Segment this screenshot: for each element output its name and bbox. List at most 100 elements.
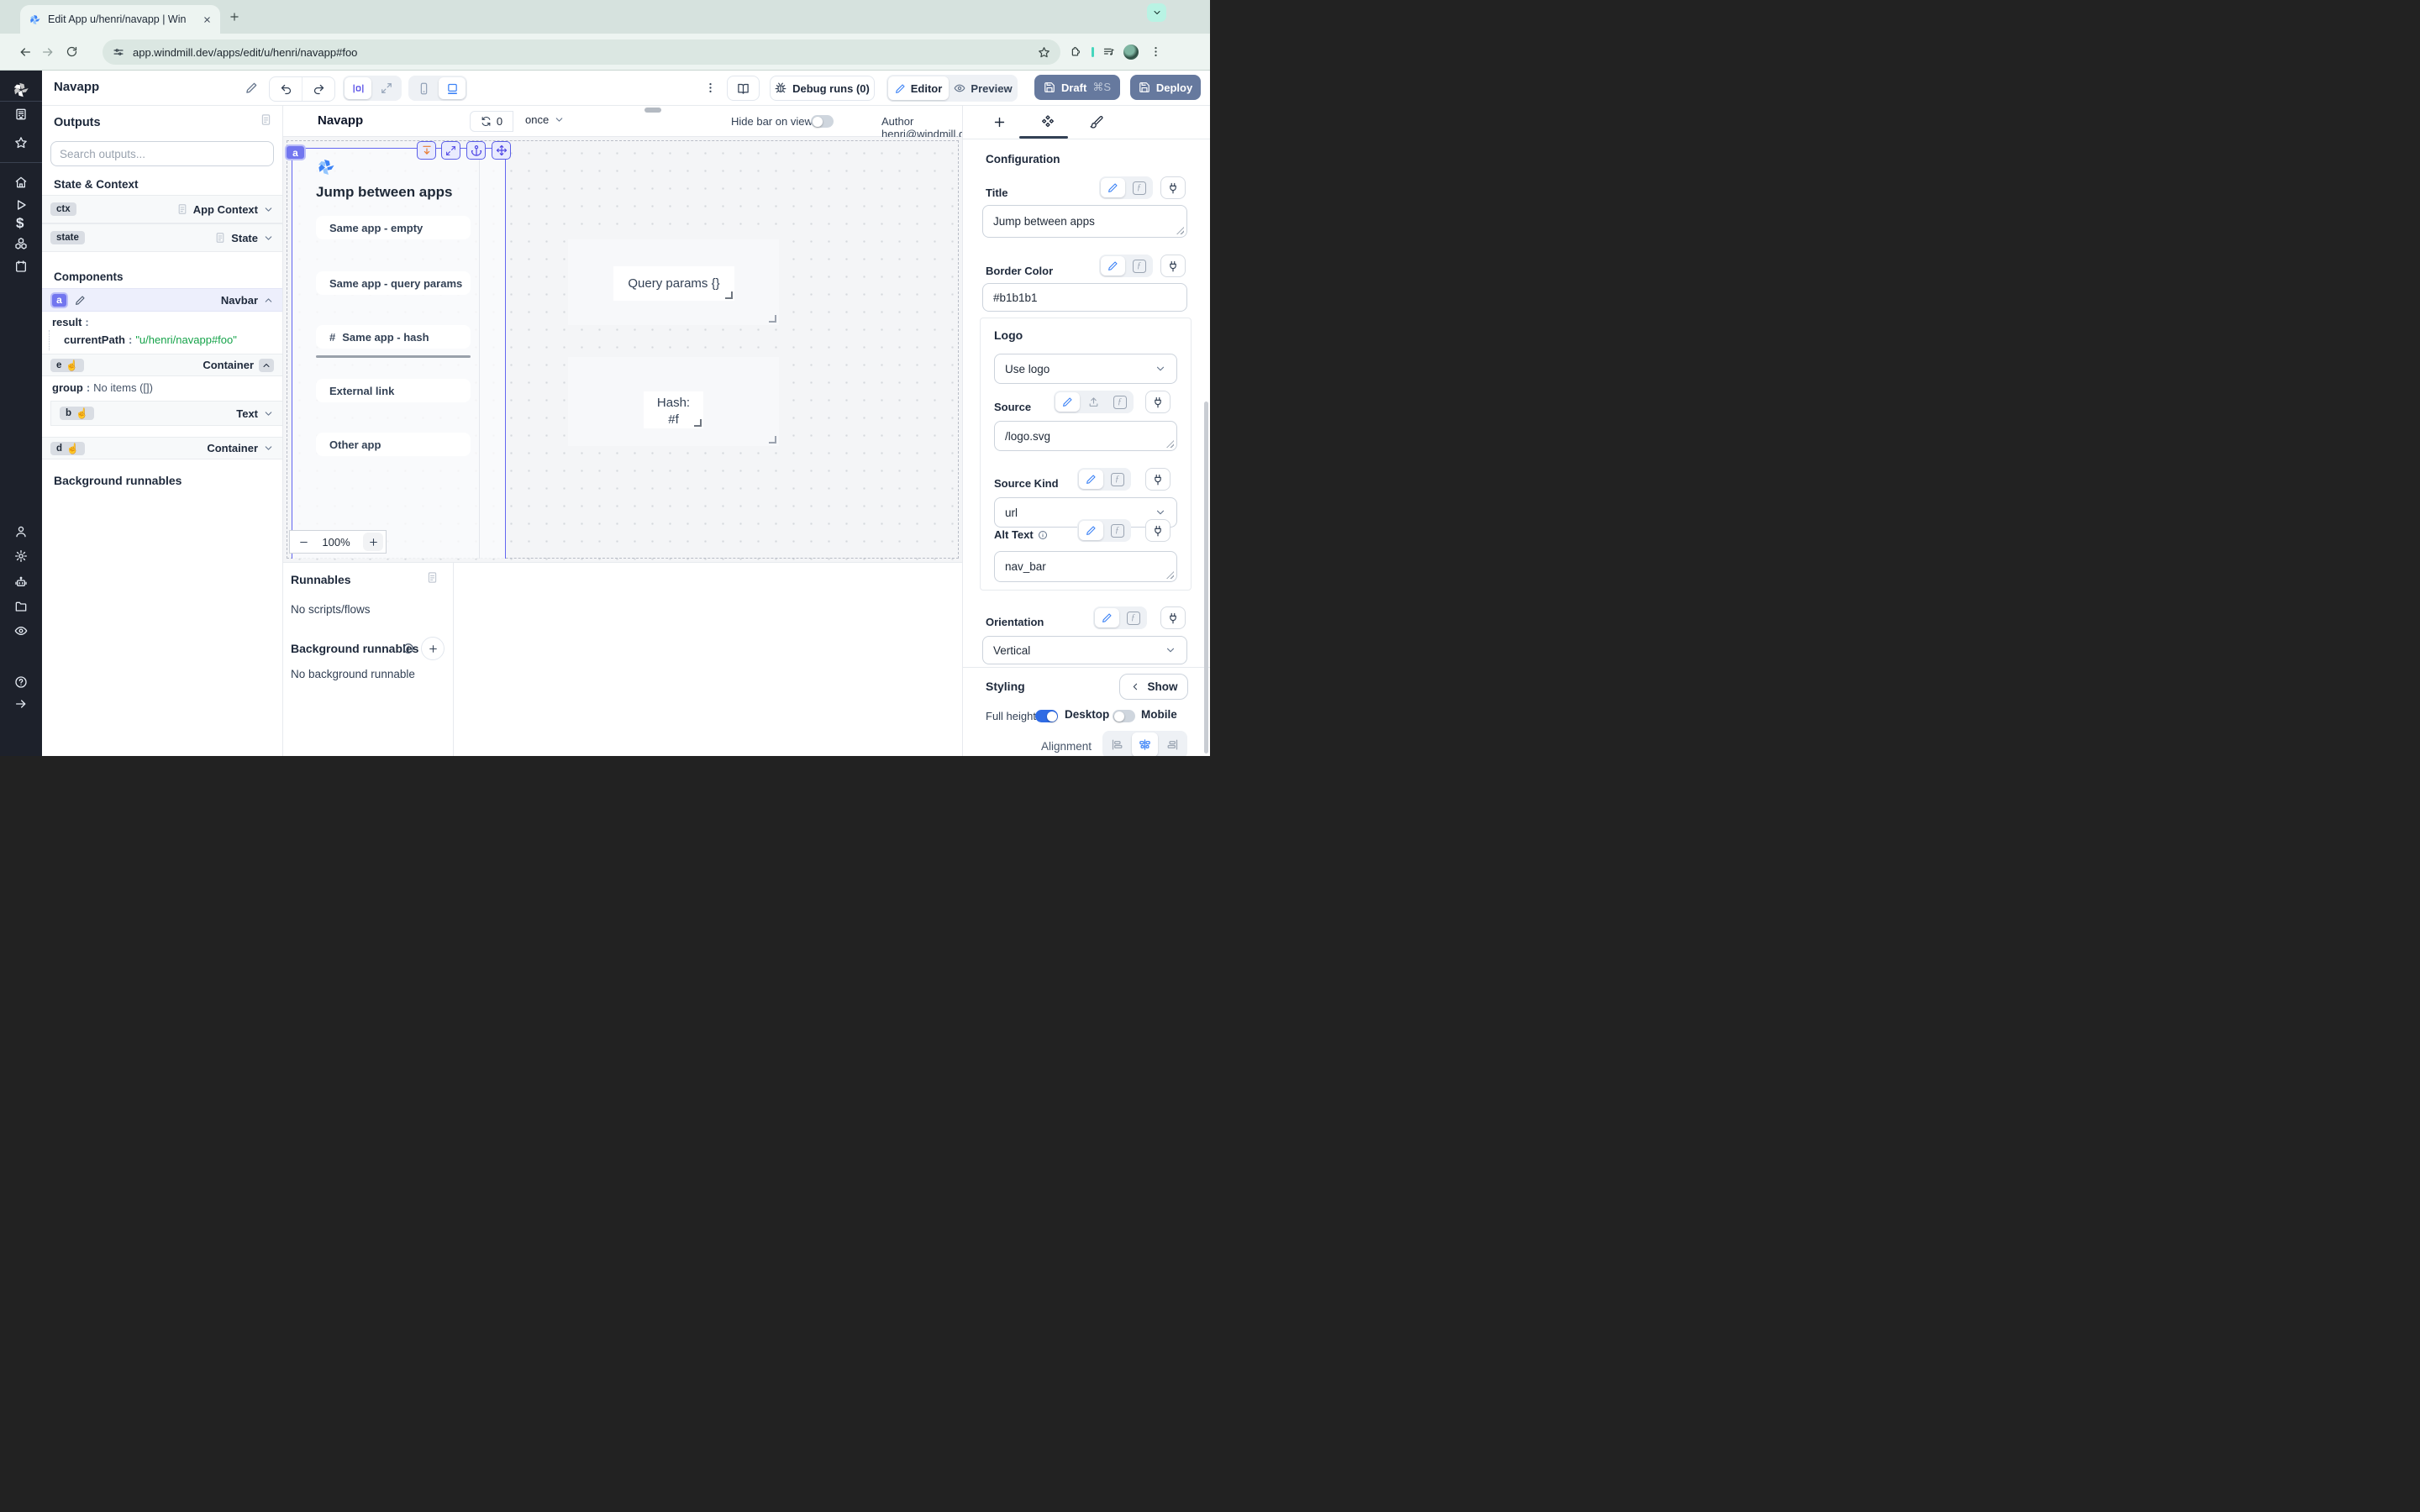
source-kind-connect-button[interactable]	[1145, 468, 1171, 491]
collapse-sidebar-icon[interactable]	[14, 697, 28, 711]
nav-item-other-app[interactable]: Other app	[316, 433, 471, 456]
query-params-container[interactable]: Query params {}	[568, 239, 779, 325]
anchor-tool[interactable]	[466, 141, 486, 160]
extensions-icon[interactable]	[1069, 45, 1081, 58]
deploy-button[interactable]: Deploy	[1130, 75, 1201, 100]
expand-down-tool[interactable]	[417, 141, 436, 160]
site-settings-icon[interactable]	[113, 46, 124, 58]
info-icon[interactable]	[1038, 530, 1048, 540]
static-mode-button[interactable]	[1055, 392, 1080, 412]
redo-button[interactable]	[302, 77, 334, 101]
title-input[interactable]: Jump between apps	[982, 205, 1187, 238]
info-icon[interactable]	[402, 643, 414, 654]
audit-logs-icon[interactable]	[14, 624, 28, 638]
settings-tab-icon[interactable]	[1040, 114, 1055, 129]
static-mode-button[interactable]	[1101, 256, 1125, 276]
users-icon[interactable]	[14, 525, 28, 538]
alt-text-input[interactable]: nav_bar	[994, 551, 1177, 582]
undo-button[interactable]	[270, 77, 302, 101]
resize-handle[interactable]	[725, 291, 733, 299]
docs-button[interactable]	[727, 76, 760, 101]
static-mode-button[interactable]	[1079, 521, 1103, 540]
resize-handle[interactable]	[694, 419, 702, 427]
resize-handle[interactable]	[769, 315, 776, 323]
static-mode-button[interactable]	[1101, 178, 1125, 197]
nav-item-same-app-empty[interactable]: Same app - empty	[316, 216, 471, 239]
desktop-full-height-toggle[interactable]	[1035, 710, 1058, 722]
resources-icon[interactable]	[14, 237, 28, 250]
component-id-badge[interactable]: a	[285, 144, 306, 160]
tab-close-icon[interactable]	[203, 15, 212, 24]
refresh-counter[interactable]: 0	[470, 111, 513, 132]
hash-text-box[interactable]: Hash: #f	[644, 391, 703, 428]
align-right-button[interactable]	[1160, 732, 1186, 756]
ctx-row[interactable]: ctx App Context	[42, 195, 282, 223]
expr-mode-button[interactable]: ƒ	[1105, 470, 1129, 489]
add-background-runnable-button[interactable]	[421, 637, 445, 660]
orientation-connect-button[interactable]	[1160, 606, 1186, 629]
favorites-icon[interactable]	[14, 136, 28, 150]
query-params-text-box[interactable]: Query params {}	[613, 266, 734, 301]
upload-mode-button[interactable]	[1081, 392, 1106, 412]
panel-doc-icon[interactable]	[426, 571, 439, 584]
component-e-row[interactable]: e☝ Container	[42, 354, 282, 376]
reload-icon[interactable]	[66, 45, 78, 58]
panel-scrollbar[interactable]	[1204, 402, 1208, 753]
avatar[interactable]	[1123, 45, 1139, 60]
new-tab-icon[interactable]	[229, 11, 240, 23]
hash-container[interactable]: Hash: #f	[568, 357, 779, 446]
rename-pencil-icon[interactable]	[245, 81, 258, 94]
styling-show-button[interactable]: Show	[1119, 674, 1188, 700]
schedules-icon[interactable]	[14, 260, 28, 273]
browser-menu-icon[interactable]	[1150, 45, 1162, 58]
expr-mode-button[interactable]: ƒ	[1105, 521, 1129, 540]
collapse-button[interactable]	[259, 359, 274, 372]
align-center-button[interactable]	[1132, 732, 1158, 756]
folders-icon[interactable]	[14, 600, 28, 613]
expr-mode-button[interactable]: ƒ	[1127, 256, 1151, 276]
orientation-select[interactable]: Vertical	[982, 636, 1187, 664]
workspace-icon[interactable]	[14, 108, 28, 121]
expr-mode-button[interactable]: ƒ	[1121, 608, 1145, 627]
media-controls-icon[interactable]	[1102, 45, 1115, 58]
chevron-down-icon[interactable]	[263, 233, 274, 244]
zoom-in-button[interactable]	[363, 533, 383, 551]
workers-icon[interactable]	[14, 575, 28, 589]
hide-bar-toggle[interactable]	[811, 115, 834, 128]
component-b-row[interactable]: b☝ Text	[50, 401, 282, 426]
static-mode-button[interactable]	[1079, 470, 1103, 489]
component-d-row[interactable]: d☝ Container	[42, 437, 282, 459]
alt-text-connect-button[interactable]	[1145, 519, 1171, 542]
border-color-connect-button[interactable]	[1160, 255, 1186, 277]
url-text[interactable]: app.windmill.dev/apps/edit/u/henri/navap…	[133, 46, 1029, 59]
desktop-view-button[interactable]	[439, 77, 466, 99]
source-input[interactable]: /logo.svg	[994, 421, 1177, 451]
zoom-out-icon[interactable]	[298, 537, 309, 548]
forward-icon[interactable]	[41, 45, 55, 59]
centered-layout-button[interactable]	[345, 77, 371, 99]
chevron-down-icon[interactable]	[263, 204, 274, 215]
nav-item-query-params[interactable]: Same app - query params	[316, 271, 471, 295]
fullscreen-layout-button[interactable]	[373, 77, 400, 99]
align-left-button[interactable]	[1104, 732, 1130, 756]
runs-icon[interactable]	[14, 198, 28, 212]
url-bar[interactable]: app.windmill.dev/apps/edit/u/henri/navap…	[103, 39, 1060, 65]
nav-item-external-link[interactable]: External link	[316, 379, 471, 402]
panel-doc-icon[interactable]	[260, 113, 272, 126]
fullsize-tool[interactable]	[441, 141, 460, 160]
tab-search-button[interactable]	[1147, 3, 1166, 22]
current-path-row[interactable]: currentPath:"u/henri/navapp#foo"	[64, 333, 237, 346]
expr-mode-button[interactable]: ƒ	[1107, 392, 1132, 412]
mobile-view-button[interactable]	[410, 77, 437, 99]
border-color-input[interactable]: #b1b1b1	[982, 283, 1187, 312]
app-canvas[interactable]: Jump between apps Same app - empty Same …	[283, 137, 962, 562]
browser-tab[interactable]: Edit App u/henri/navapp | Win	[20, 5, 220, 34]
chevron-up-icon[interactable]	[263, 295, 274, 306]
static-mode-button[interactable]	[1095, 608, 1119, 627]
navbar-component[interactable]: Jump between apps Same app - empty Same …	[292, 148, 506, 559]
component-a-row[interactable]: a Navbar	[42, 288, 282, 312]
variables-icon[interactable]: $	[16, 215, 24, 232]
editor-tab[interactable]: Editor	[888, 76, 949, 100]
bookmark-star-icon[interactable]	[1038, 46, 1050, 59]
nav-item-hash[interactable]: # Same app - hash	[316, 325, 471, 349]
